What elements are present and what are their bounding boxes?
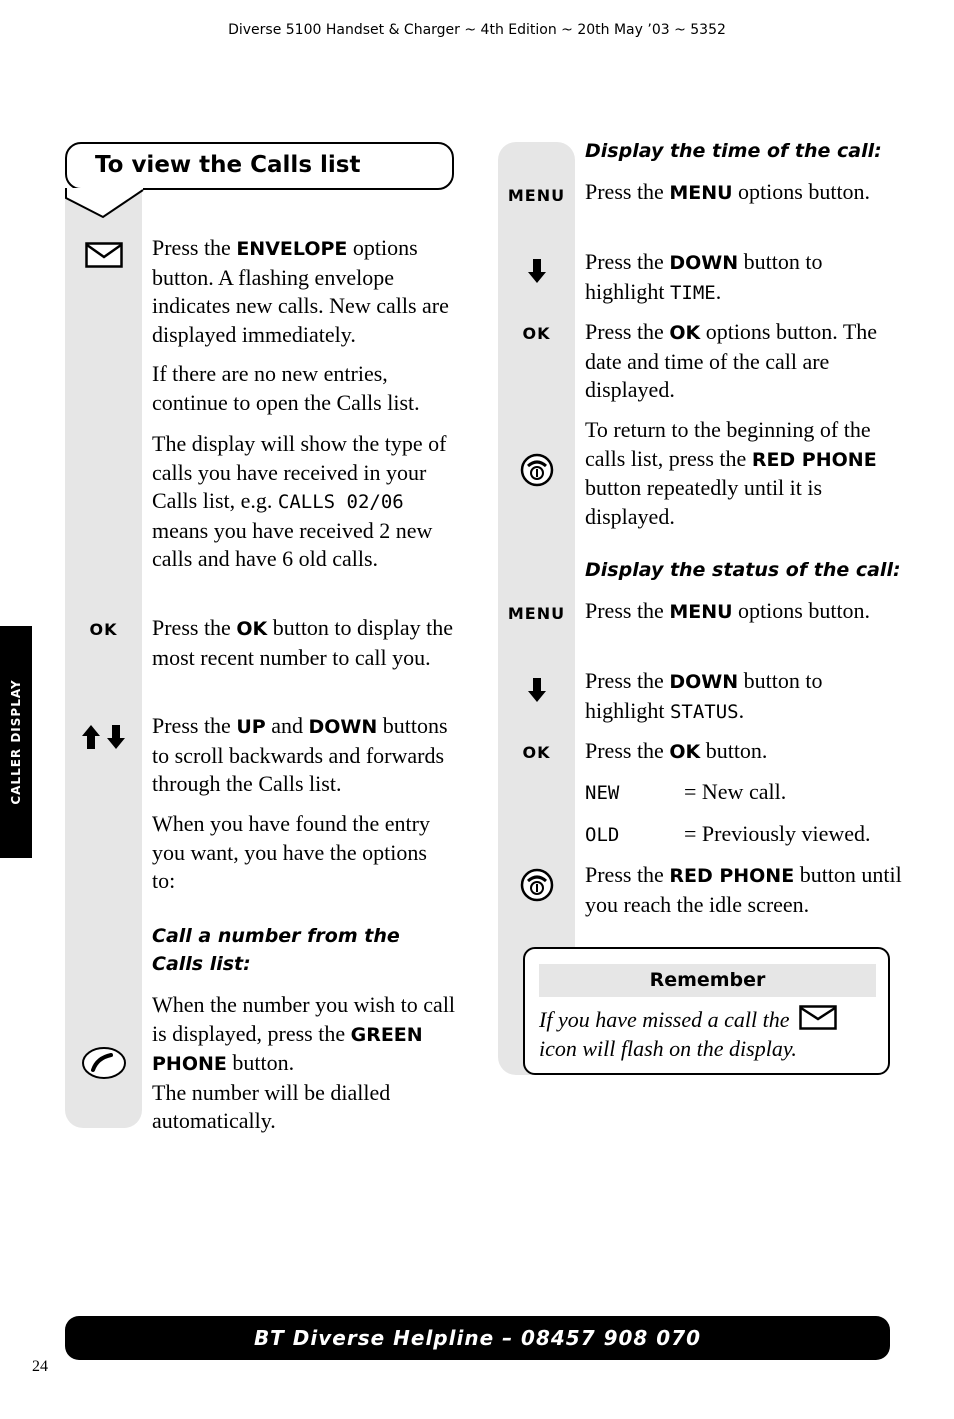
section-tab: CALLER DISPLAY [0,626,32,858]
section-title-box: To view the Calls list [65,142,454,190]
menu-button-icon: MENU [507,603,566,623]
step-no-new-entries: If there are no new entries, continue to… [152,361,420,415]
title-bubble-tail [65,188,144,219]
subhead-display-time: Display the time of the call: [585,140,882,162]
step-ok: Press the OK button to display the most … [152,615,453,670]
step-status-ok: Press the OK button. [585,738,768,763]
section-tab-label: CALLER DISPLAY [9,679,23,805]
left-icon-column [65,190,142,1128]
step-found-entry: When you have found the entry you want, … [152,811,430,893]
ok-button-icon: OK [522,742,551,762]
page-header: Diverse 5100 Handset & Charger ~ 4th Edi… [228,22,726,38]
lcd-text-calls: CALLS 02/06 [277,491,404,513]
envelope-icon [65,238,142,272]
section-title: To view the Calls list [95,152,361,178]
helpline-banner: BT Diverse Helpline – 08457 908 070 [65,1316,890,1360]
remember-heading: Remember [539,964,876,997]
step-time-ok: Press the OK options button. The date an… [585,319,878,402]
step-status-red-phone: Press the RED PHONE button until you rea… [585,862,902,917]
step-time-down: Press the DOWN button to highlight TIME. [585,249,823,304]
green-phone-icon [65,1046,142,1080]
lcd-text-time: TIME [669,281,716,304]
page-number: 24 [32,1358,48,1375]
step-time-menu: Press the MENU options button. [585,179,871,204]
step-up-down: Press the UP and DOWN buttons to scroll … [152,713,448,796]
status-new-row: NEW = New call. [585,778,895,808]
down-arrow-icon [498,675,575,705]
red-phone-icon [498,867,575,903]
remember-text: If you have missed a call the icon will … [539,1005,879,1063]
menu-button-icon: MENU [507,185,566,205]
step-display-types: The display will show the type of calls … [152,431,447,571]
step-time-red-phone: To return to the beginning of the calls … [585,417,877,529]
step-status-down: Press the DOWN button to highlight STATU… [585,668,823,723]
status-old-row: OLD = Previously viewed. [585,820,905,850]
ok-button-icon: OK [89,619,118,639]
lcd-text-old: OLD [585,824,620,846]
step-green-phone: When the number you wish to call is disp… [152,992,456,1133]
up-down-arrows-icon [65,722,142,752]
ok-button-icon: OK [522,323,551,343]
remember-box: Remember If you have missed a call the i… [523,947,890,1075]
red-phone-icon [498,452,575,488]
step-envelope: Press the ENVELOPE options button. A fla… [152,235,449,347]
lcd-text-status: STATUS [669,700,739,723]
lcd-text-new: NEW [585,782,620,804]
subhead-display-status: Display the status of the call: [585,559,901,581]
step-status-menu: Press the MENU options button. [585,598,871,623]
down-arrow-icon [498,256,575,286]
envelope-icon [799,1005,837,1030]
subhead-call-number: Call a number from the Calls list: [152,925,400,975]
